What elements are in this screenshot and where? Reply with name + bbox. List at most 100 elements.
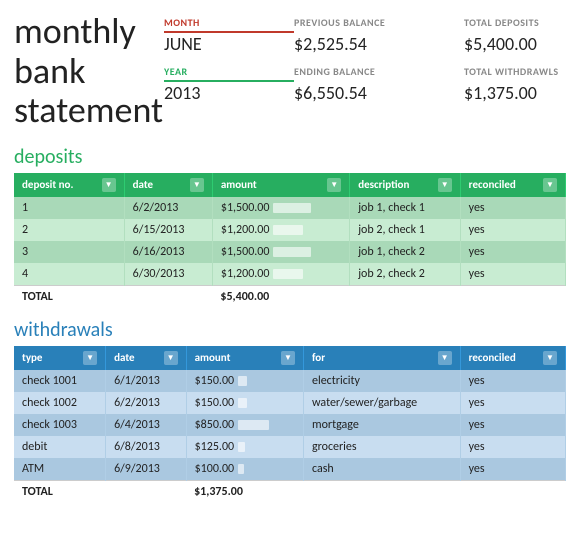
- withdrawal-amount: $125.00: [186, 436, 303, 458]
- year-label: YEAR: [164, 65, 294, 82]
- withdrawals-col-amount[interactable]: amount ▼: [186, 346, 303, 370]
- withdrawal-row-4: debit 6/8/2013 $125.00 groceries yes: [14, 436, 566, 458]
- deposit-no: 1: [14, 197, 124, 219]
- withdrawal-type: ATM: [14, 458, 106, 481]
- deposits-col-date[interactable]: date ▼: [124, 173, 212, 197]
- withdrawal-reconciled: yes: [460, 414, 565, 436]
- deposit-date: 6/16/2013: [124, 241, 212, 263]
- deposit-no: 3: [14, 241, 124, 263]
- withdrawal-amount: $150.00: [186, 392, 303, 414]
- withdrawals-section-title: withdrawals: [14, 318, 566, 342]
- withdrawals-for-dropdown[interactable]: ▼: [438, 351, 452, 365]
- withdrawal-row-1: check 1001 6/1/2013 $150.00 electricity …: [14, 370, 566, 392]
- deposits-col-reconciled[interactable]: reconciled ▼: [460, 173, 565, 197]
- deposit-amount: $1,200.00: [212, 219, 349, 241]
- deposit-reconciled: yes: [460, 241, 565, 263]
- deposit-description: job 2, check 2: [350, 263, 460, 286]
- deposit-reconciled: yes: [460, 263, 565, 286]
- deposit-amount: $1,500.00: [212, 241, 349, 263]
- withdrawals-col-type[interactable]: type ▼: [14, 346, 106, 370]
- withdrawal-type: check 1002: [14, 392, 106, 414]
- deposit-description: job 1, check 1: [350, 197, 460, 219]
- deposit-date: 6/30/2013: [124, 263, 212, 286]
- month-label: MONTH: [164, 16, 294, 33]
- page-title: monthly bank statement: [14, 12, 144, 131]
- deposits-total-label: TOTAL: [14, 285, 124, 308]
- deposit-date: 6/15/2013: [124, 219, 212, 241]
- deposits-table: deposit no. ▼ date ▼ amount ▼ descriptio…: [14, 173, 566, 308]
- deposit-no: 2: [14, 219, 124, 241]
- ending-balance-label: ENDING BALANCE: [294, 65, 464, 82]
- deposits-date-dropdown[interactable]: ▼: [190, 178, 204, 192]
- deposits-no-dropdown[interactable]: ▼: [102, 178, 116, 192]
- deposit-row-4: 4 6/30/2013 $1,200.00 job 2, check 2 yes: [14, 263, 566, 286]
- deposit-row-3: 3 6/16/2013 $1,500.00 job 1, check 2 yes: [14, 241, 566, 263]
- withdrawal-for: groceries: [303, 436, 460, 458]
- withdrawals-amount-dropdown[interactable]: ▼: [281, 351, 295, 365]
- deposits-rec-dropdown[interactable]: ▼: [543, 178, 557, 192]
- deposits-header-row: deposit no. ▼ date ▼ amount ▼ descriptio…: [14, 173, 566, 197]
- withdrawal-row-5: ATM 6/9/2013 $100.00 cash yes: [14, 458, 566, 481]
- withdrawal-row-2: check 1002 6/2/2013 $150.00 water/sewer/…: [14, 392, 566, 414]
- month-value: JUNE: [164, 33, 294, 65]
- deposit-date: 6/2/2013: [124, 197, 212, 219]
- withdrawal-reconciled: yes: [460, 392, 565, 414]
- withdrawals-table: type ▼ date ▼ amount ▼ for ▼: [14, 346, 566, 503]
- deposits-col-amount[interactable]: amount ▼: [212, 173, 349, 197]
- withdrawals-col-reconciled[interactable]: reconciled ▼: [460, 346, 565, 370]
- withdrawal-for: mortgage: [303, 414, 460, 436]
- deposits-amount-dropdown[interactable]: ▼: [327, 178, 341, 192]
- withdrawal-type: check 1003: [14, 414, 106, 436]
- withdrawal-date: 6/8/2013: [106, 436, 187, 458]
- withdrawal-date: 6/4/2013: [106, 414, 187, 436]
- deposits-desc-dropdown[interactable]: ▼: [438, 178, 452, 192]
- deposit-reconciled: yes: [460, 219, 565, 241]
- withdrawal-reconciled: yes: [460, 458, 565, 481]
- total-deposits-value: $5,400.00: [464, 33, 580, 65]
- deposit-amount: $1,500.00: [212, 197, 349, 219]
- deposit-row-1: 1 6/2/2013 $1,500.00 job 1, check 1 yes: [14, 197, 566, 219]
- withdrawal-type: check 1001: [14, 370, 106, 392]
- deposit-no: 4: [14, 263, 124, 286]
- withdrawal-amount: $100.00: [186, 458, 303, 481]
- withdrawal-type: debit: [14, 436, 106, 458]
- ending-balance-value: $6,550.54: [294, 82, 464, 114]
- withdrawals-header-row: type ▼ date ▼ amount ▼ for ▼: [14, 346, 566, 370]
- prev-balance-value: $2,525.54: [294, 33, 464, 65]
- withdrawal-date: 6/1/2013: [106, 370, 187, 392]
- deposits-col-description[interactable]: description ▼: [350, 173, 460, 197]
- total-deposits-label: TOTAL DEPOSITS: [464, 16, 580, 33]
- deposit-reconciled: yes: [460, 197, 565, 219]
- withdrawal-date: 6/9/2013: [106, 458, 187, 481]
- withdrawals-total-value: $1,375.00: [186, 480, 303, 503]
- stats-grid: MONTH PREVIOUS BALANCE TOTAL DEPOSITS JU…: [164, 16, 580, 114]
- withdrawals-col-date[interactable]: date ▼: [106, 346, 187, 370]
- withdrawal-reconciled: yes: [460, 370, 565, 392]
- page-header: monthly bank statement MONTH PREVIOUS BA…: [14, 12, 566, 131]
- year-value: 2013: [164, 82, 294, 114]
- total-withdrawls-value: $1,375.00: [464, 82, 580, 114]
- deposits-col-no[interactable]: deposit no. ▼: [14, 173, 124, 197]
- withdrawal-amount: $150.00: [186, 370, 303, 392]
- deposit-description: job 2, check 1: [350, 219, 460, 241]
- withdrawals-date-dropdown[interactable]: ▼: [164, 351, 178, 365]
- deposit-row-2: 2 6/15/2013 $1,200.00 job 2, check 1 yes: [14, 219, 566, 241]
- withdrawal-amount: $850.00: [186, 414, 303, 436]
- deposits-total-value: $5,400.00: [212, 285, 349, 308]
- title-block: monthly bank statement: [14, 12, 144, 131]
- withdrawals-col-for[interactable]: for ▼: [303, 346, 460, 370]
- withdrawals-rec-dropdown[interactable]: ▼: [543, 351, 557, 365]
- withdrawal-for: electricity: [303, 370, 460, 392]
- withdrawal-row-3: check 1003 6/4/2013 $850.00 mortgage yes: [14, 414, 566, 436]
- withdrawal-date: 6/2/2013: [106, 392, 187, 414]
- withdrawal-reconciled: yes: [460, 436, 565, 458]
- withdrawal-for: water/sewer/garbage: [303, 392, 460, 414]
- total-withdrawls-label: TOTAL WITHDRAWLS: [464, 65, 580, 82]
- deposit-amount: $1,200.00: [212, 263, 349, 286]
- prev-balance-label: PREVIOUS BALANCE: [294, 16, 464, 33]
- withdrawals-type-dropdown[interactable]: ▼: [83, 351, 97, 365]
- withdrawals-total-row: TOTAL $1,375.00: [14, 480, 566, 503]
- withdrawal-for: cash: [303, 458, 460, 481]
- withdrawals-total-label: TOTAL: [14, 480, 106, 503]
- deposits-section-title: deposits: [14, 145, 566, 169]
